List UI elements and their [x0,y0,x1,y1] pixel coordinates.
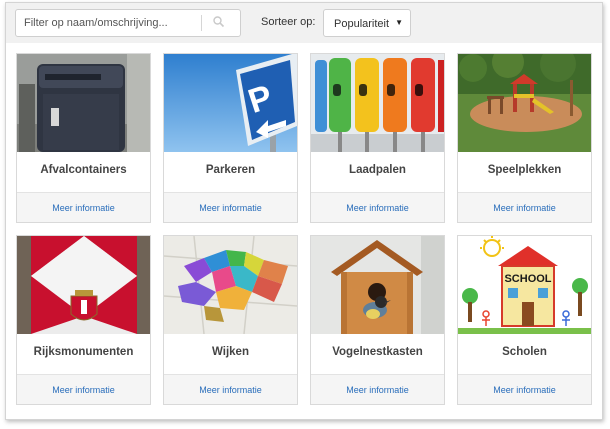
meer-informatie-link[interactable]: Meer informatie [311,203,444,213]
card-footer: Meer informatie [17,374,150,404]
card-title: Wijken [212,346,249,358]
meer-informatie-link[interactable]: Meer informatie [17,203,150,213]
card-scholen[interactable]: SCHOOL Scholen Meer informatie [457,235,592,405]
card-title: Speelplekken [487,164,562,176]
card-image-school-drawing: SCHOOL [458,236,591,334]
card-title: Laadpalen [349,164,406,176]
card-title: Vogelnestkasten [332,346,423,358]
search-divider [201,15,202,31]
meer-informatie-link[interactable]: Meer informatie [311,385,444,395]
card-wijken[interactable]: Wijken Meer informatie [163,235,298,405]
card-image-nest-box [311,236,444,334]
search-box [15,9,241,37]
app-frame: Sorteer op: Populariteit ▼ [5,2,603,420]
card-footer: Meer informatie [458,192,591,222]
card-footer: Meer informatie [17,192,150,222]
card-parkeren[interactable]: P Parkeren Meer informatie [163,53,298,223]
card-image-charging-stations [311,54,444,152]
card-title: Parkeren [205,164,256,176]
card-title: Scholen [502,346,547,358]
card-footer: Meer informatie [164,192,297,222]
sort-select[interactable]: Populariteit ▼ [323,9,411,37]
meer-informatie-link[interactable]: Meer informatie [17,385,150,395]
card-image-monument-shield [17,236,150,334]
sort-selected-value: Populariteit [334,18,390,30]
sort-label: Sorteer op: [261,16,316,28]
card-grid: Afvalcontainers Meer informatie P Parker… [6,43,602,419]
meer-informatie-link[interactable]: Meer informatie [458,203,591,213]
toolbar: Sorteer op: Populariteit ▼ [6,3,602,43]
search-icon [213,16,225,28]
search-button[interactable] [212,15,230,31]
card-laadpalen[interactable]: Laadpalen Meer informatie [310,53,445,223]
meer-informatie-link[interactable]: Meer informatie [458,385,591,395]
meer-informatie-link[interactable]: Meer informatie [164,385,297,395]
meer-informatie-link[interactable]: Meer informatie [164,203,297,213]
card-vogelnestkasten[interactable]: Vogelnestkasten Meer informatie [310,235,445,405]
card-footer: Meer informatie [311,192,444,222]
card-title: Rijksmonumenten [33,346,134,358]
card-afvalcontainers[interactable]: Afvalcontainers Meer informatie [16,53,151,223]
card-rijksmonumenten[interactable]: Rijksmonumenten Meer informatie [16,235,151,405]
card-title: Afvalcontainers [40,164,127,176]
caret-down-icon: ▼ [395,18,403,27]
card-image-afvalcontainer [17,54,150,152]
school-sign: SCHOOL [504,273,551,285]
card-image-district-map [164,236,297,334]
card-footer: Meer informatie [311,374,444,404]
card-image-parking-sign: P [164,54,297,152]
search-input[interactable] [24,15,194,31]
card-speelplekken[interactable]: Speelplekken Meer informatie [457,53,592,223]
card-image-playground [458,54,591,152]
card-footer: Meer informatie [458,374,591,404]
card-footer: Meer informatie [164,374,297,404]
